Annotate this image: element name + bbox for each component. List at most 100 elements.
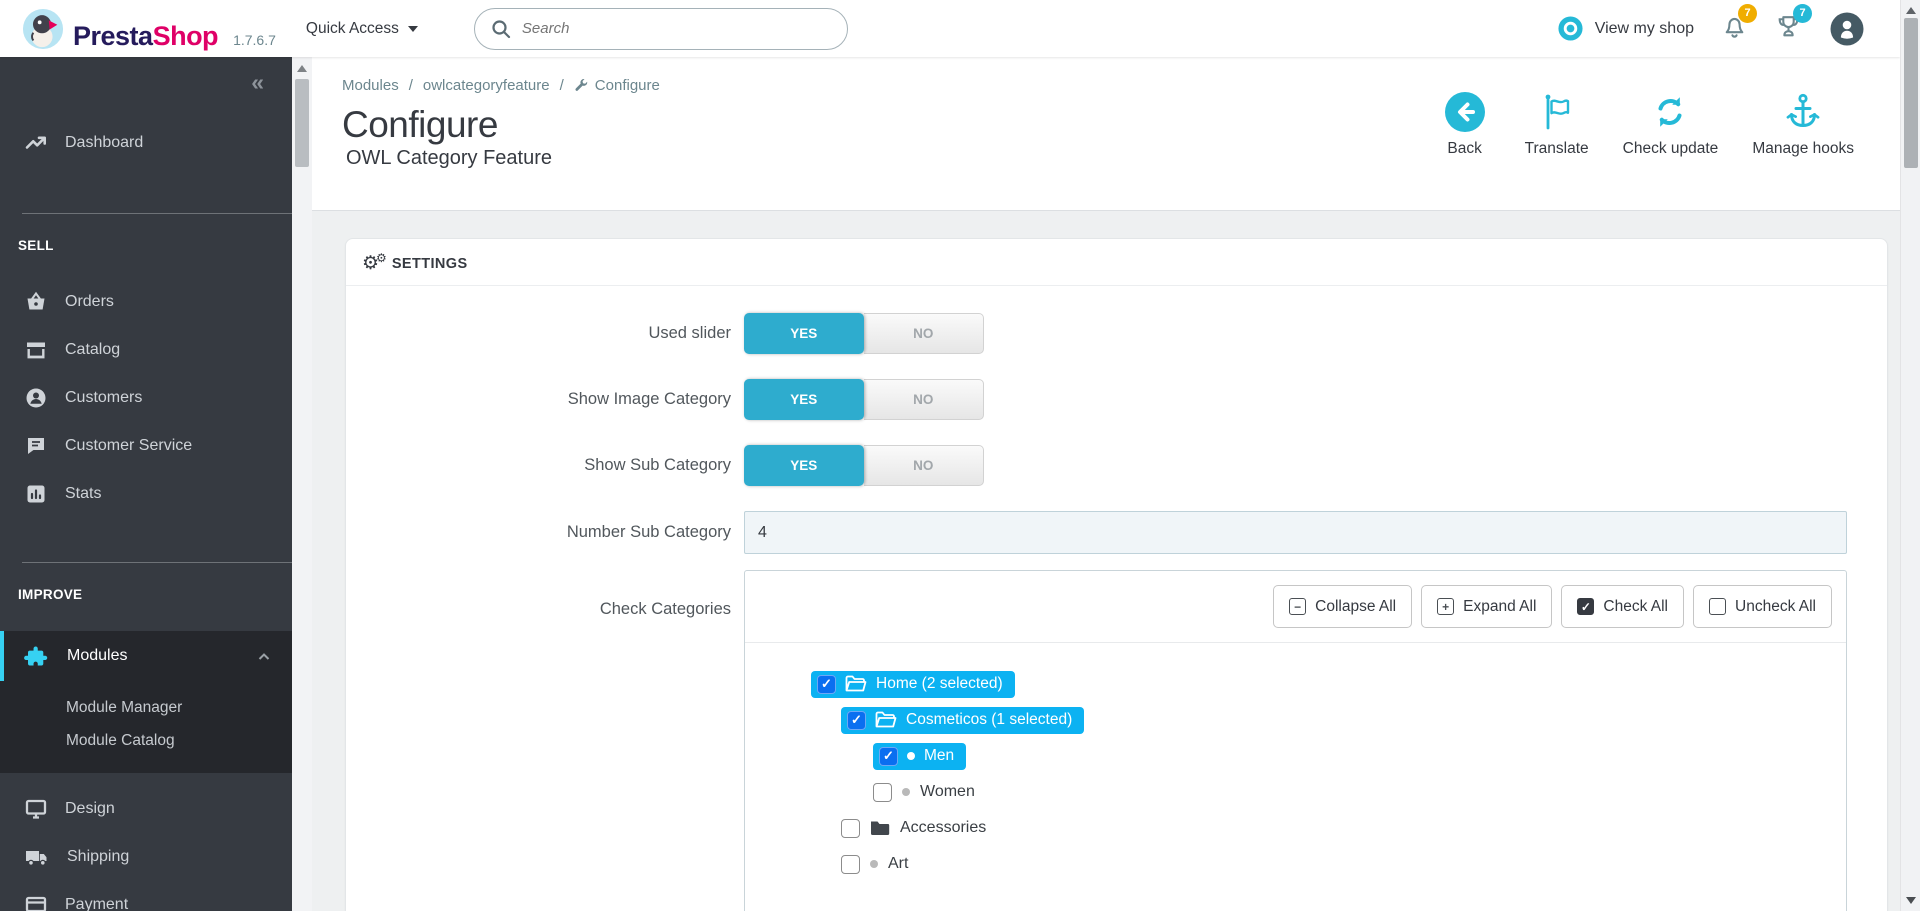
gears-icon-small: ⚙ <box>376 250 387 265</box>
checkbox-checked[interactable]: ✓ <box>847 710 866 730</box>
check-update-label: Check update <box>1622 140 1719 157</box>
search-input[interactable] <box>521 20 831 37</box>
collapse-all-button[interactable]: − Collapse All <box>1273 585 1413 628</box>
expand-all-button[interactable]: + Expand All <box>1421 585 1553 628</box>
sidebar-scrollbar[interactable] <box>292 57 312 911</box>
used-slider-row: Used slider YES NO <box>346 313 1887 354</box>
prestashop-logo[interactable]: PrestaShop 1.7.6.7 <box>0 8 276 50</box>
notifications-button[interactable]: 7 <box>1722 3 1757 45</box>
sidebar-item-orders[interactable]: Orders <box>0 278 292 326</box>
tree-node-selected[interactable]: ✓ Home (2 selected) <box>811 670 1015 698</box>
used-slider-toggle[interactable]: YES NO <box>744 313 984 354</box>
settings-panel-header: ⚙ ⚙ SETTINGS <box>346 239 1887 286</box>
back-button[interactable]: Back <box>1439 89 1491 158</box>
credit-card-icon <box>25 896 47 911</box>
back-arrow-icon <box>1444 92 1485 132</box>
sidebar-item-dashboard[interactable]: Dashboard <box>0 119 292 167</box>
sidebar-item-label: Shipping <box>67 848 130 865</box>
profile-button[interactable] <box>1830 12 1864 46</box>
checkbox-checked[interactable]: ✓ <box>817 674 836 694</box>
translate-label: Translate <box>1524 140 1589 157</box>
content-body: ⚙ ⚙ SETTINGS Used slider YES NO Show Imag… <box>312 210 1900 911</box>
search-bar[interactable] <box>473 7 848 50</box>
sidebar-item-shipping[interactable]: Shipping <box>0 833 292 881</box>
tree-node-label: Cosmeticos (1 selected) <box>906 711 1073 728</box>
folder-closed-icon <box>871 821 890 835</box>
number-sub-category-input[interactable] <box>744 511 1847 554</box>
scroll-down-arrow-icon[interactable] <box>1906 897 1916 904</box>
sidebar-item-catalog[interactable]: Catalog <box>0 326 292 374</box>
sidebar-item-module-manager[interactable]: Module Manager <box>66 691 292 724</box>
checked-box-icon: ✓ <box>1577 598 1595 615</box>
uncheck-all-button[interactable]: Uncheck All <box>1693 585 1832 628</box>
leaf-bullet-icon <box>902 788 910 796</box>
sidebar-item-label: Customers <box>65 389 143 406</box>
breadcrumb-modules[interactable]: Modules <box>342 77 399 94</box>
tree-node-selected[interactable]: ✓ Cosmeticos (1 selected) <box>841 706 1085 734</box>
modules-active-block: Modules Module Manager Module Catalog <box>0 631 292 773</box>
scroll-up-arrow-icon[interactable] <box>297 65 307 72</box>
tree-node[interactable]: Women <box>873 782 975 802</box>
toggle-no[interactable]: NO <box>863 445 984 486</box>
scrollbar-thumb[interactable] <box>1903 18 1918 168</box>
scrollbar-thumb[interactable] <box>295 79 309 167</box>
header-actions: Back Translate Check update Manage hooks <box>1439 89 1854 158</box>
toggle-yes[interactable]: YES <box>744 379 864 420</box>
checkbox-unchecked[interactable] <box>873 782 892 802</box>
toggle-yes[interactable]: YES <box>744 445 864 486</box>
sidebar-collapse-button[interactable]: « <box>0 57 292 101</box>
tree-node[interactable]: Art <box>841 854 908 874</box>
check-update-button[interactable]: Check update <box>1622 89 1719 158</box>
check-all-button[interactable]: ✓ Check All <box>1561 585 1685 628</box>
toggle-no[interactable]: NO <box>863 313 984 354</box>
quick-access-menu[interactable]: Quick Access <box>306 20 418 38</box>
folder-open-icon <box>845 675 867 692</box>
achievements-button[interactable]: 7 <box>1775 3 1812 45</box>
toggle-yes[interactable]: YES <box>744 313 864 354</box>
eye-icon <box>1558 16 1583 41</box>
window-scrollbar[interactable] <box>1900 0 1920 911</box>
translate-button[interactable]: Translate <box>1525 89 1589 158</box>
category-tree-container: − Collapse All + Expand All ✓ Check All <box>744 570 1847 911</box>
sidebar-section-improve: IMPROVE <box>18 587 83 602</box>
plus-square-icon: + <box>1437 598 1455 615</box>
sidebar-nav: « Dashboard SELL Orders Catalog Customer… <box>0 57 292 911</box>
breadcrumb-configure: Configure <box>574 77 660 94</box>
tree-node-label: Men <box>924 747 955 764</box>
show-image-category-toggle[interactable]: YES NO <box>744 379 984 420</box>
achievement-badge: 7 <box>1793 3 1812 23</box>
version-label: 1.7.6.7 <box>233 31 276 48</box>
manage-hooks-button[interactable]: Manage hooks <box>1752 89 1854 158</box>
quick-access-label: Quick Access <box>305 19 399 37</box>
sidebar-item-payment[interactable]: Payment <box>0 881 292 911</box>
empty-box-icon <box>1709 598 1727 615</box>
sidebar-item-customer-service[interactable]: Customer Service <box>0 422 292 470</box>
breadcrumb-module-name[interactable]: owlcategoryfeature <box>423 77 550 94</box>
toggle-no[interactable]: NO <box>863 379 984 420</box>
sidebar-item-label: Payment <box>65 896 129 911</box>
sidebar-item-customers[interactable]: Customers <box>0 374 292 422</box>
view-my-shop-link[interactable]: View my shop <box>1557 15 1694 42</box>
sidebar-item-label: Orders <box>65 293 114 310</box>
show-sub-category-toggle[interactable]: YES NO <box>744 445 984 486</box>
scroll-up-arrow-icon[interactable] <box>1905 7 1916 14</box>
sidebar-item-stats[interactable]: Stats <box>0 470 292 518</box>
checkbox-checked[interactable]: ✓ <box>879 746 898 766</box>
store-icon <box>27 342 45 359</box>
sidebar-item-module-catalog[interactable]: Module Catalog <box>66 724 292 757</box>
puzzle-icon <box>24 646 48 666</box>
person-circle-icon <box>26 388 46 408</box>
sidebar-item-design[interactable]: Design <box>0 785 292 833</box>
chat-bubble-icon <box>28 438 44 454</box>
tree-node-label: Women <box>920 783 975 800</box>
sidebar-item-modules[interactable]: Modules <box>0 631 292 681</box>
checkbox-unchecked[interactable] <box>841 818 860 838</box>
tree-item-art: Art <box>841 849 1826 879</box>
sidebar-item-label: Stats <box>65 485 102 502</box>
tree-item-men: ✓ Men <box>873 741 1826 771</box>
checkbox-unchecked[interactable] <box>841 854 860 874</box>
category-tree-toolbar: − Collapse All + Expand All ✓ Check All <box>745 571 1846 643</box>
tree-node[interactable]: Accessories <box>841 818 986 838</box>
tree-item-women: Women <box>873 777 1826 807</box>
tree-node-selected[interactable]: ✓ Men <box>873 742 967 770</box>
